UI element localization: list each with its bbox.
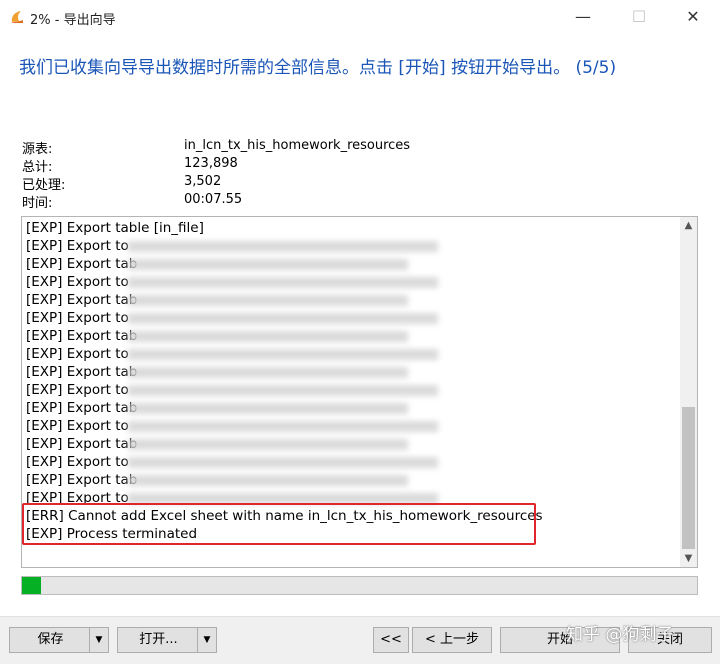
redacted-blur [128, 421, 438, 432]
redacted-blur [128, 439, 408, 450]
log-line: [EXP] Export to [26, 417, 676, 435]
info-value: 3,502 [184, 174, 222, 189]
save-dropdown-arrow-icon[interactable]: ▼ [89, 628, 108, 652]
log-line: [EXP] Export tab [26, 255, 676, 273]
redacted-blur [128, 475, 408, 486]
redacted-blur [128, 331, 408, 342]
redacted-blur [128, 349, 438, 360]
redacted-blur [128, 367, 408, 378]
minimize-button[interactable]: — [560, 0, 606, 34]
log-line: [EXP] Export to [26, 309, 676, 327]
window-title: 2% - 导出向导 [30, 13, 116, 28]
save-split-button[interactable]: 保存 ▼ [9, 627, 109, 653]
redacted-blur [128, 313, 438, 324]
open-dropdown-arrow-icon[interactable]: ▼ [197, 628, 216, 652]
first-step-button[interactable]: << [373, 627, 409, 653]
info-label: 总计: [22, 160, 53, 175]
zhihu-watermark: 知乎 @狗剩子 [566, 625, 674, 645]
navicat-app-icon [11, 11, 23, 23]
redacted-blur [128, 259, 408, 270]
log-line: [EXP] Export tab [26, 435, 676, 453]
log-line: [EXP] Export to [26, 237, 676, 255]
save-button[interactable]: 保存 [10, 628, 91, 652]
error-highlight-box [22, 503, 536, 545]
close-window-button[interactable]: ✕ [670, 0, 716, 34]
wizard-heading: 我们已收集向导导出数据时所需的全部信息。点击 [开始] 按钮开始导出。 (5/5… [19, 58, 617, 78]
log-line: [EXP] Export table [in_file] [26, 220, 204, 236]
info-value: 00:07.55 [184, 192, 243, 207]
redacted-blur [128, 295, 408, 306]
redacted-blur [128, 403, 408, 414]
log-line: [EXP] Export to [26, 273, 676, 291]
info-label: 源表: [22, 142, 53, 157]
log-lines: [EXP] Export table [in_file] [EXP] Expor… [26, 219, 676, 543]
log-line: [EXP] Export to [26, 453, 676, 471]
info-value: in_lcn_tx_his_homework_resources [184, 138, 411, 153]
redacted-blur [128, 241, 438, 252]
log-line: [EXP] Export tab [26, 327, 676, 345]
redacted-blur [128, 457, 438, 468]
scroll-up-arrow-icon[interactable]: ▲ [680, 217, 697, 234]
log-line: [EXP] Export to [26, 381, 676, 399]
log-line: [EXP] Export tab [26, 471, 676, 489]
maximize-button[interactable]: ☐ [616, 0, 662, 34]
progress-fill [22, 577, 41, 594]
previous-step-button[interactable]: < 上一步 [412, 627, 492, 653]
log-line: [EXP] Export tab [26, 399, 676, 417]
title-bar: 2% - 导出向导 — ☐ ✕ [0, 0, 720, 34]
log-line: [EXP] Export to [26, 345, 676, 363]
log-scrollbar[interactable]: ▲ ▼ [680, 217, 697, 567]
log-line: [EXP] Export tab [26, 363, 676, 381]
export-progress-bar [21, 576, 698, 595]
scroll-thumb[interactable] [682, 407, 695, 549]
log-line: [EXP] Export tab [26, 291, 676, 309]
redacted-blur [128, 385, 438, 396]
open-split-button[interactable]: 打开... ▼ [117, 627, 217, 653]
info-label: 已处理: [22, 178, 66, 193]
info-label: 时间: [22, 196, 53, 211]
scroll-down-arrow-icon[interactable]: ▼ [680, 550, 697, 567]
redacted-blur [128, 277, 438, 288]
info-value: 123,898 [184, 156, 238, 171]
open-button[interactable]: 打开... [118, 628, 199, 652]
